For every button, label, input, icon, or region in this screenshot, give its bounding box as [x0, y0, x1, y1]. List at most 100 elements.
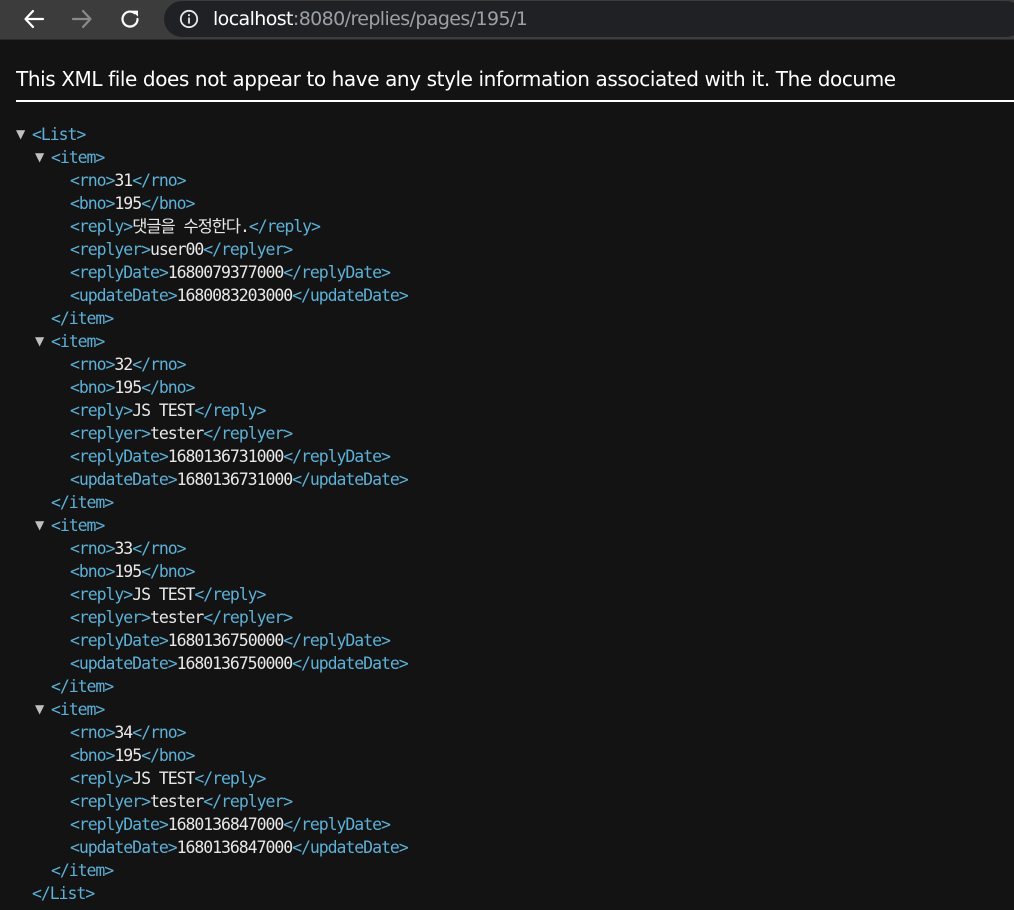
- close-tag: </reply>: [194, 401, 266, 420]
- xml-item-close: </item>: [51, 307, 114, 330]
- open-tag: <rno>: [70, 723, 115, 742]
- close-tag: </replyDate>: [283, 447, 391, 466]
- close-tag: </List>: [32, 884, 95, 903]
- site-info-icon[interactable]: [178, 8, 200, 30]
- open-tag: <bno>: [70, 378, 115, 397]
- open-tag: <replyDate>: [70, 631, 169, 650]
- xml-field-updatedate: <updateDate>1680083203000</updateDate>: [70, 284, 409, 307]
- field-value: tester: [149, 424, 204, 443]
- xml-field-updatedate: <updateDate>1680136847000</updateDate>: [70, 836, 409, 859]
- xml-item-open: <item>: [51, 146, 105, 169]
- back-button[interactable]: [18, 4, 50, 34]
- xml-field-rno: <rno>31</rno>: [70, 169, 187, 192]
- open-tag: <List>: [32, 125, 86, 144]
- open-tag: <replyDate>: [70, 815, 169, 834]
- close-tag: </bno>: [141, 562, 195, 581]
- field-value: JS TEST: [132, 401, 195, 420]
- xml-item-close: </item>: [51, 491, 114, 514]
- notice-divider: [16, 100, 1014, 102]
- close-tag: </rno>: [132, 171, 186, 190]
- field-value: 34: [114, 723, 133, 742]
- open-tag: <replyer>: [70, 240, 151, 259]
- open-tag: <replyDate>: [70, 447, 169, 466]
- field-value: 1680136847000: [167, 815, 285, 834]
- url-path: :8080/replies/pages/195/1: [292, 8, 528, 30]
- open-tag: <bno>: [70, 194, 115, 213]
- open-tag: <reply>: [70, 769, 133, 788]
- open-tag: <updateDate>: [70, 470, 178, 489]
- collapse-toggle-icon[interactable]: ▼: [35, 146, 44, 169]
- close-tag: </rno>: [132, 539, 186, 558]
- close-tag: </reply>: [194, 769, 266, 788]
- xml-field-reply: <reply>JS TEST</reply>: [70, 583, 267, 606]
- close-tag: </updateDate>: [292, 838, 409, 857]
- xml-field-rno: <rno>33</rno>: [70, 537, 187, 560]
- xml-field-reply: <reply>JS TEST</reply>: [70, 767, 267, 790]
- open-tag: <replyDate>: [70, 263, 169, 282]
- xml-field-replydate: <replyDate>1680136731000</replyDate>: [70, 445, 391, 468]
- xml-field-updatedate: <updateDate>1680136750000</updateDate>: [70, 652, 409, 675]
- field-value: 33: [114, 539, 133, 558]
- close-tag: </item>: [51, 677, 114, 696]
- collapse-toggle-icon[interactable]: ▼: [16, 123, 25, 146]
- open-tag: <updateDate>: [70, 654, 178, 673]
- collapse-toggle-icon[interactable]: ▼: [35, 698, 44, 721]
- xml-field-bno: <bno>195</bno>: [70, 560, 195, 583]
- field-value: 1680079377000: [167, 263, 285, 282]
- xml-item-open: <item>: [51, 514, 105, 537]
- close-tag: </reply>: [248, 217, 321, 236]
- open-tag: <rno>: [70, 171, 115, 190]
- field-value: 195: [114, 378, 142, 397]
- reload-button[interactable]: [114, 4, 146, 34]
- open-tag: <rno>: [70, 539, 115, 558]
- field-value: tester: [149, 792, 204, 811]
- collapse-toggle-icon[interactable]: ▼: [35, 330, 44, 353]
- xml-field-replyer: <replyer>tester</replyer>: [70, 790, 293, 813]
- xml-item-close: </item>: [51, 859, 114, 882]
- open-tag: <updateDate>: [70, 286, 178, 305]
- open-tag: <replyer>: [70, 792, 151, 811]
- forward-arrow-icon: [71, 9, 92, 29]
- xml-field-replyer: <replyer>tester</replyer>: [70, 422, 293, 445]
- open-tag: <updateDate>: [70, 838, 178, 857]
- xml-field-rno: <rno>32</rno>: [70, 353, 187, 376]
- open-tag: <bno>: [70, 562, 115, 581]
- open-tag: <item>: [51, 516, 105, 535]
- xml-item-open: <item>: [51, 330, 105, 353]
- field-value: 195: [114, 746, 142, 765]
- address-bar[interactable]: localhost:8080/replies/pages/195/1: [164, 1, 1014, 37]
- field-value: 1680136731000: [167, 447, 285, 466]
- collapse-toggle-icon[interactable]: ▼: [35, 514, 44, 537]
- open-tag: <rno>: [70, 355, 115, 374]
- xml-field-updatedate: <updateDate>1680136731000</updateDate>: [70, 468, 409, 491]
- close-tag: </bno>: [141, 378, 195, 397]
- close-tag: </rno>: [132, 723, 186, 742]
- forward-button[interactable]: [66, 4, 98, 34]
- url-text[interactable]: localhost:8080/replies/pages/195/1: [213, 7, 528, 31]
- open-tag: <item>: [51, 148, 105, 167]
- open-tag: <item>: [51, 332, 105, 351]
- field-value: 32: [114, 355, 133, 374]
- xml-root-close: </List>: [32, 882, 95, 905]
- close-tag: </item>: [51, 309, 114, 328]
- close-tag: </replyDate>: [283, 263, 391, 282]
- close-tag: </rno>: [132, 355, 186, 374]
- field-value: 1680136750000: [167, 631, 285, 650]
- close-tag: </replyer>: [203, 240, 293, 259]
- field-value: user00: [149, 240, 204, 259]
- field-value: JS TEST: [132, 585, 195, 604]
- field-value: 195: [114, 194, 142, 213]
- xml-field-replyer: <replyer>user00</replyer>: [70, 238, 293, 261]
- open-tag: <reply>: [70, 217, 133, 236]
- open-tag: <item>: [51, 700, 105, 719]
- open-tag: <bno>: [70, 746, 115, 765]
- field-value: 1680136731000: [176, 470, 294, 489]
- open-tag: <reply>: [70, 401, 133, 420]
- close-tag: </item>: [51, 861, 114, 880]
- field-value: JS TEST: [132, 769, 195, 788]
- field-value: 31: [114, 171, 133, 190]
- field-value: 1680083203000: [176, 286, 294, 305]
- field-value: 1680136847000: [176, 838, 294, 857]
- xml-field-rno: <rno>34</rno>: [70, 721, 187, 744]
- field-value: 댓글을 수정한다.: [132, 217, 250, 236]
